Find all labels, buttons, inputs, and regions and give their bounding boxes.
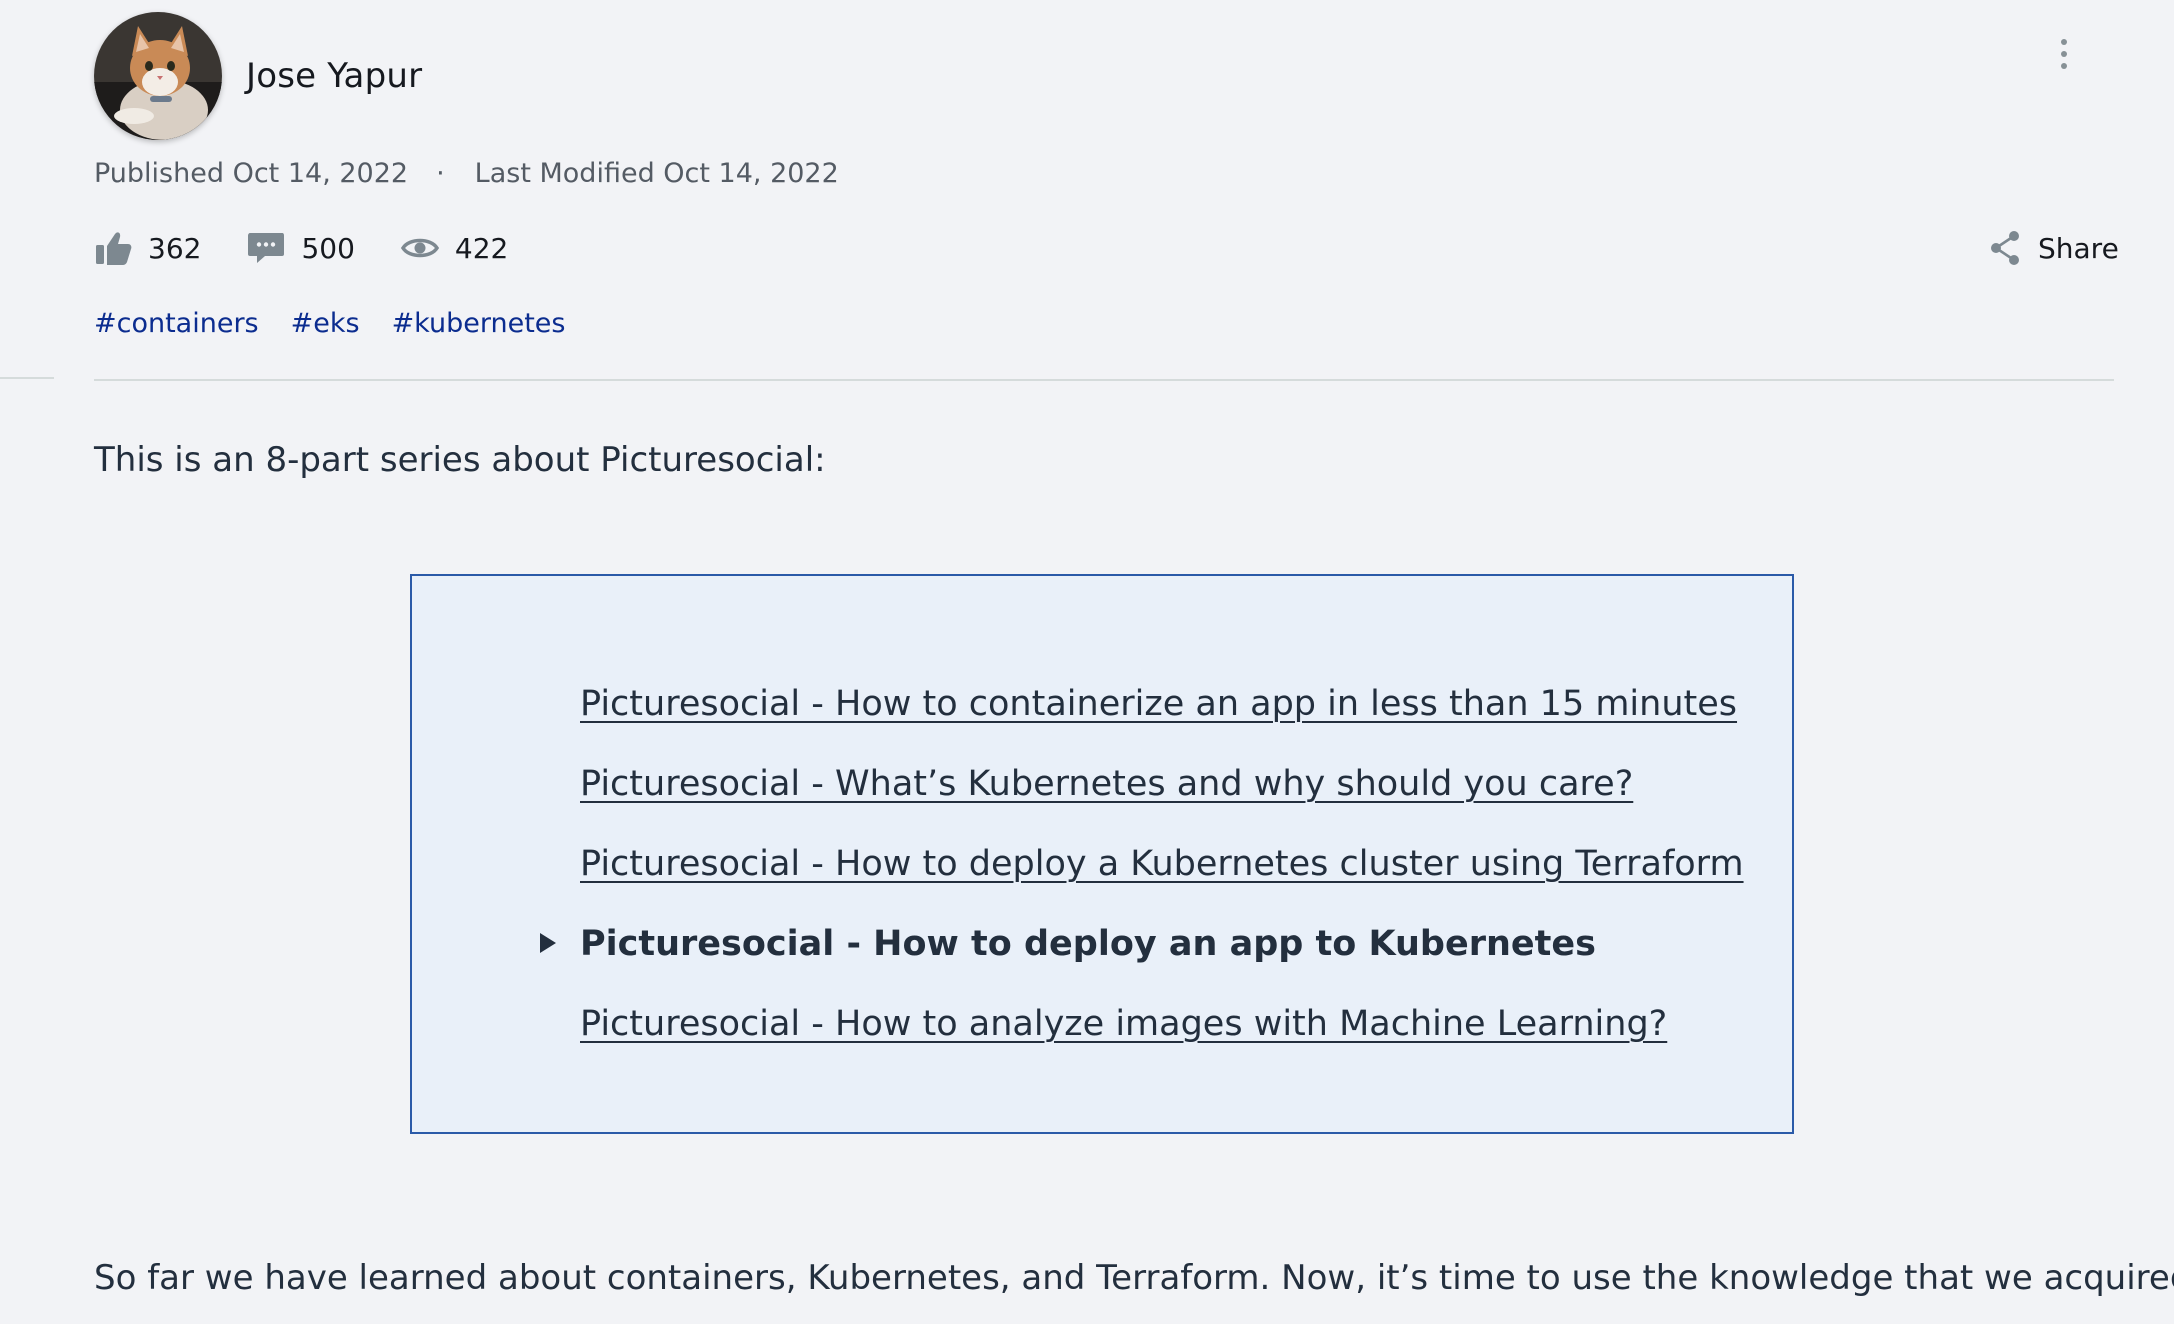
like-count: 362	[148, 231, 202, 265]
intro-text: This is an 8-part series about Pictureso…	[94, 440, 826, 480]
article-page: Jose Yapur Published Oct 14, 2022 · Last M…	[0, 0, 2174, 1324]
series-item: Picturesocial - How to containerize an a…	[580, 664, 1744, 744]
series-link-part-1[interactable]: Picturesocial - How to containerize an a…	[580, 684, 1737, 724]
publish-meta: Published Oct 14, 2022 · Last Modified Oct…	[94, 158, 839, 189]
comment-count: 500	[301, 231, 355, 265]
like-button[interactable]: 362	[94, 230, 201, 266]
share-icon	[1991, 231, 2019, 265]
article-body-paragraph: So far we have learned about containers,…	[94, 1258, 2174, 1298]
view-count: 422	[454, 231, 509, 265]
current-item-arrow-icon	[540, 933, 556, 953]
tag-link-kubernetes[interactable]: #kubernetes	[392, 308, 566, 339]
vertical-dots-icon	[2061, 39, 2067, 69]
stats-bar: 362 500 422	[94, 226, 554, 270]
series-link-part-2[interactable]: Picturesocial - What’s Kubernetes and wh…	[580, 764, 1633, 804]
series-item: Picturesocial - How to analyze images wi…	[580, 984, 1744, 1064]
meta-separator: ·	[436, 158, 445, 189]
eye-icon	[400, 238, 439, 258]
modified-date: Last Modified Oct 14, 2022	[474, 158, 839, 189]
left-divider-stub	[0, 377, 54, 379]
series-link-part-5[interactable]: Picturesocial - How to analyze images wi…	[580, 1004, 1667, 1044]
tag-link-containers[interactable]: #containers	[94, 308, 259, 339]
series-item: Picturesocial - How to deploy a Kubernet…	[580, 824, 1744, 904]
cat-avatar-icon	[94, 12, 222, 140]
views-stat: 422	[400, 230, 509, 266]
series-navigation-box: Picturesocial - How to containerize an a…	[410, 574, 1794, 1134]
comment-icon	[248, 233, 285, 263]
author-header: Jose Yapur	[94, 12, 422, 140]
series-list: Picturesocial - How to containerize an a…	[540, 664, 1744, 1064]
series-current-title: Picturesocial - How to deploy an app to …	[580, 924, 1596, 964]
comment-button[interactable]: 500	[247, 230, 355, 266]
avatar[interactable]	[94, 12, 222, 140]
series-item: Picturesocial - What’s Kubernetes and wh…	[580, 744, 1744, 824]
tag-link-eks[interactable]: #eks	[291, 308, 360, 339]
share-button[interactable]: Share	[1988, 226, 2119, 270]
more-options-button[interactable]	[2056, 36, 2072, 72]
share-label: Share	[2038, 231, 2119, 265]
series-link-part-3[interactable]: Picturesocial - How to deploy a Kubernet…	[580, 844, 1744, 884]
author-name[interactable]: Jose Yapur	[246, 56, 422, 96]
published-date: Published Oct 14, 2022	[94, 158, 409, 189]
series-item-current: Picturesocial - How to deploy an app to …	[540, 904, 1744, 984]
header-divider	[94, 379, 2114, 381]
thumbs-up-icon	[96, 232, 132, 265]
tag-list: #containers #eks #kubernetes	[94, 308, 597, 339]
